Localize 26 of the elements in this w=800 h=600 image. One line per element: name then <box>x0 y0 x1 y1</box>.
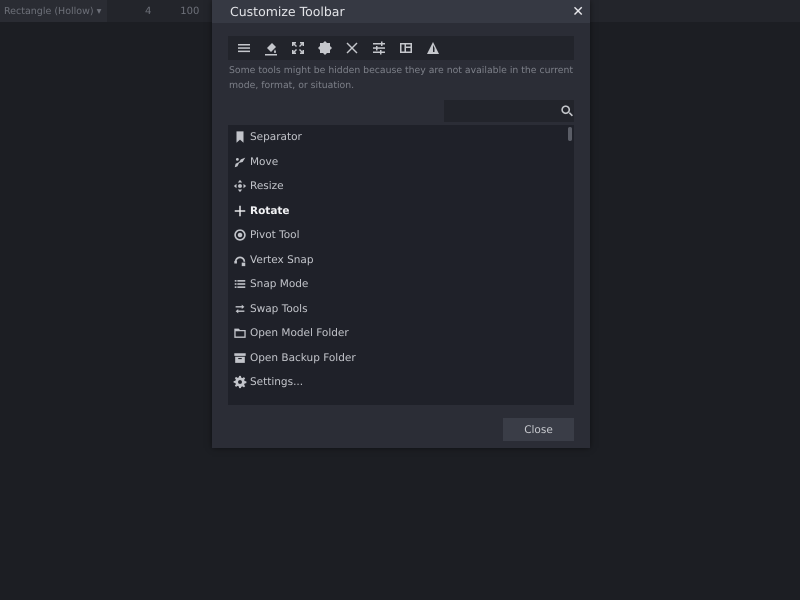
tool-list-item[interactable]: Resize <box>228 174 574 198</box>
info-text: Some tools might be hidden because they are not available in the current mode, format, or situation. <box>229 64 574 93</box>
number-value: 100 <box>179 6 200 16</box>
tool-list-item[interactable]: Settings... <box>228 370 574 394</box>
tool-list-item[interactable]: Separator <box>228 125 574 150</box>
tool-list-item[interactable]: Snap Mode <box>228 272 574 296</box>
tool-list-item[interactable]: Pivot Tool <box>228 223 574 248</box>
plus-icon <box>233 204 247 218</box>
close-button[interactable]: ✕ <box>570 4 586 20</box>
scrollbar-thumb[interactable] <box>568 127 572 141</box>
search-field[interactable] <box>444 100 574 122</box>
tool-list-item[interactable]: Open Backup Folder <box>228 346 574 370</box>
gear-icon <box>233 375 247 390</box>
folder-icon <box>233 326 247 340</box>
tool-list-item[interactable]: Move <box>228 150 574 174</box>
dialog-title: Customize Toolbar <box>230 4 345 19</box>
tool-list-item[interactable]: Rotate <box>228 198 574 223</box>
target-icon <box>233 228 247 242</box>
tool-list-item[interactable]: Vertex Snap <box>228 248 574 272</box>
number-value: 4 <box>144 6 152 16</box>
move-arrows-icon <box>233 179 247 194</box>
tool-list-item[interactable]: Swap Tools <box>228 296 574 321</box>
archive-box-icon <box>233 350 247 365</box>
tool-list-item[interactable]: Open Model Folder <box>228 321 574 346</box>
close-button[interactable]: Close <box>503 418 574 441</box>
search-icon[interactable] <box>560 104 574 118</box>
